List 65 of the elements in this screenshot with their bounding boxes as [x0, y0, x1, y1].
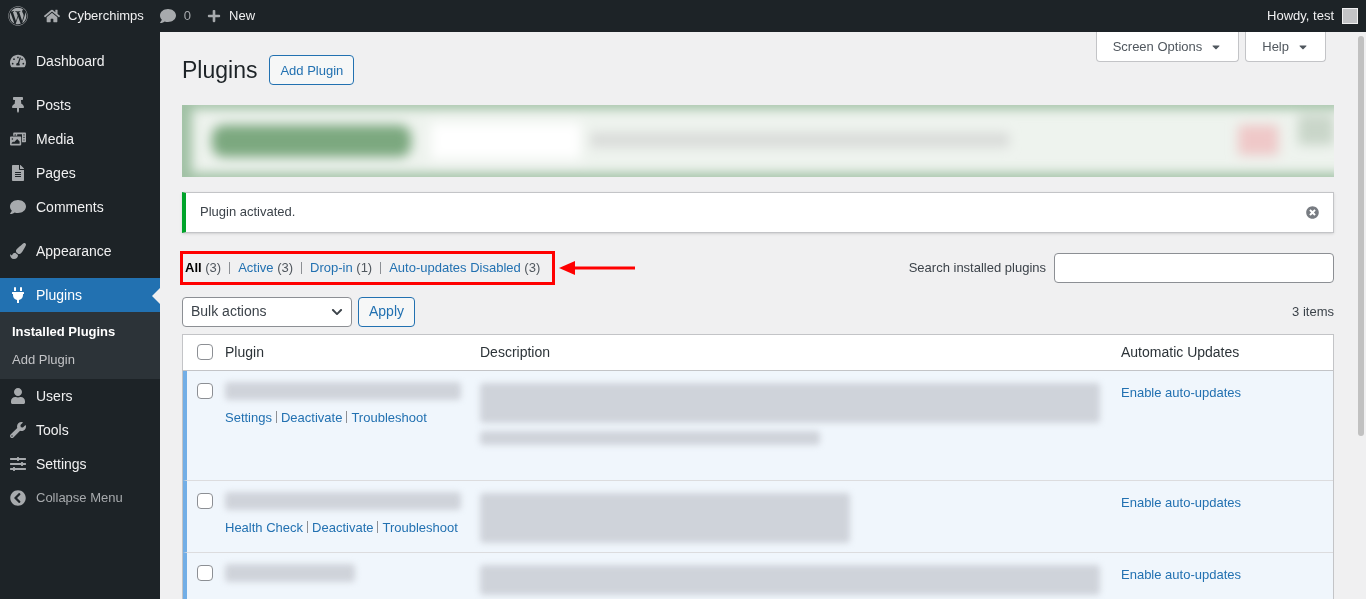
- column-header: Automatic Updates: [1121, 342, 1240, 362]
- search-field[interactable]: [1054, 252, 1334, 283]
- sidebar-item[interactable]: Settings: [0, 447, 160, 481]
- pushpin-icon: [10, 97, 26, 113]
- sidebar-item[interactable]: Media: [0, 122, 160, 156]
- wrench-icon: [10, 422, 26, 438]
- media-icon: [10, 131, 26, 147]
- sidebar-item[interactable]: Dashboard: [0, 44, 160, 78]
- sidebar-item[interactable]: Pages: [0, 156, 160, 190]
- gauge-icon: [10, 53, 26, 69]
- page-icon: [10, 165, 26, 181]
- sliders-icon: [10, 456, 26, 472]
- arrow-icon: [559, 259, 636, 276]
- comment-icon[interactable]: [159, 8, 176, 24]
- plus-icon[interactable]: [207, 9, 222, 23]
- site-name-link[interactable]: Cyberchimps: [68, 6, 144, 26]
- filter-link[interactable]: All (3): [185, 257, 222, 278]
- notice-text: Plugin activated.: [200, 203, 296, 222]
- action-link[interactable]: Health Check: [225, 517, 304, 537]
- sidebar-item[interactable]: Users: [0, 379, 160, 413]
- action-link[interactable]: Troubleshoot: [382, 517, 458, 537]
- items-count: 3 items: [1292, 302, 1334, 321]
- select-all-checkbox[interactable]: [197, 344, 213, 360]
- greeting-link[interactable]: Howdy, test: [1267, 6, 1334, 26]
- sidebar-item[interactable]: Plugins: [0, 278, 160, 312]
- row-checkbox[interactable]: [197, 382, 213, 399]
- sidebar-item[interactable]: Collapse Menu: [0, 481, 160, 515]
- filter-link[interactable]: Drop-in (1): [310, 257, 373, 278]
- bulk-actions-select[interactable]: Bulk actions: [182, 296, 352, 327]
- submenu-item[interactable]: Add Plugin: [0, 345, 160, 373]
- action-link[interactable]: Settings: [225, 407, 272, 427]
- row-checkbox[interactable]: [197, 564, 213, 581]
- action-link[interactable]: Deactivate: [312, 517, 374, 537]
- row-checkbox[interactable]: [197, 492, 213, 509]
- action-link[interactable]: Troubleshoot: [351, 407, 427, 427]
- filter-link[interactable]: Active (3): [238, 257, 294, 278]
- enable-auto-updates-link[interactable]: Enable auto-updates: [1121, 566, 1241, 582]
- search-label: Search installed plugins: [908, 258, 1046, 277]
- action-link[interactable]: Deactivate: [281, 407, 343, 427]
- current-pointer-icon: [152, 288, 160, 304]
- add-plugin-button[interactable]: Add Plugin: [269, 55, 355, 86]
- home-icon[interactable]: [44, 8, 60, 24]
- enable-auto-updates-link[interactable]: Enable auto-updates: [1121, 384, 1241, 400]
- sidebar-item[interactable]: Tools: [0, 413, 160, 447]
- comment-count[interactable]: 0: [183, 6, 192, 26]
- plug-icon: [10, 287, 26, 303]
- sidebar-item[interactable]: Posts: [0, 88, 160, 122]
- paintbrush-icon: [10, 243, 26, 259]
- collapse-icon: [10, 490, 26, 506]
- screen-options-button[interactable]: Screen Options: [1095, 32, 1240, 62]
- help-button[interactable]: Help: [1245, 32, 1326, 62]
- wordpress-logo-icon[interactable]: [8, 6, 28, 26]
- apply-button[interactable]: Apply: [358, 296, 416, 327]
- column-header: Description: [480, 342, 552, 362]
- submenu-item[interactable]: Installed Plugins: [0, 318, 160, 346]
- speech-bubble-icon: [10, 199, 26, 215]
- page-title: Plugins: [182, 56, 258, 85]
- sidebar-item[interactable]: Comments: [0, 190, 160, 224]
- dismiss-icon[interactable]: [1306, 205, 1319, 219]
- sidebar-item[interactable]: Appearance: [0, 234, 160, 268]
- enable-auto-updates-link[interactable]: Enable auto-updates: [1121, 494, 1241, 510]
- new-link[interactable]: New: [229, 6, 256, 26]
- filter-link[interactable]: Auto-updates Disabled (3): [389, 257, 541, 278]
- user-icon: [10, 388, 26, 404]
- column-header: Plugin: [225, 342, 265, 362]
